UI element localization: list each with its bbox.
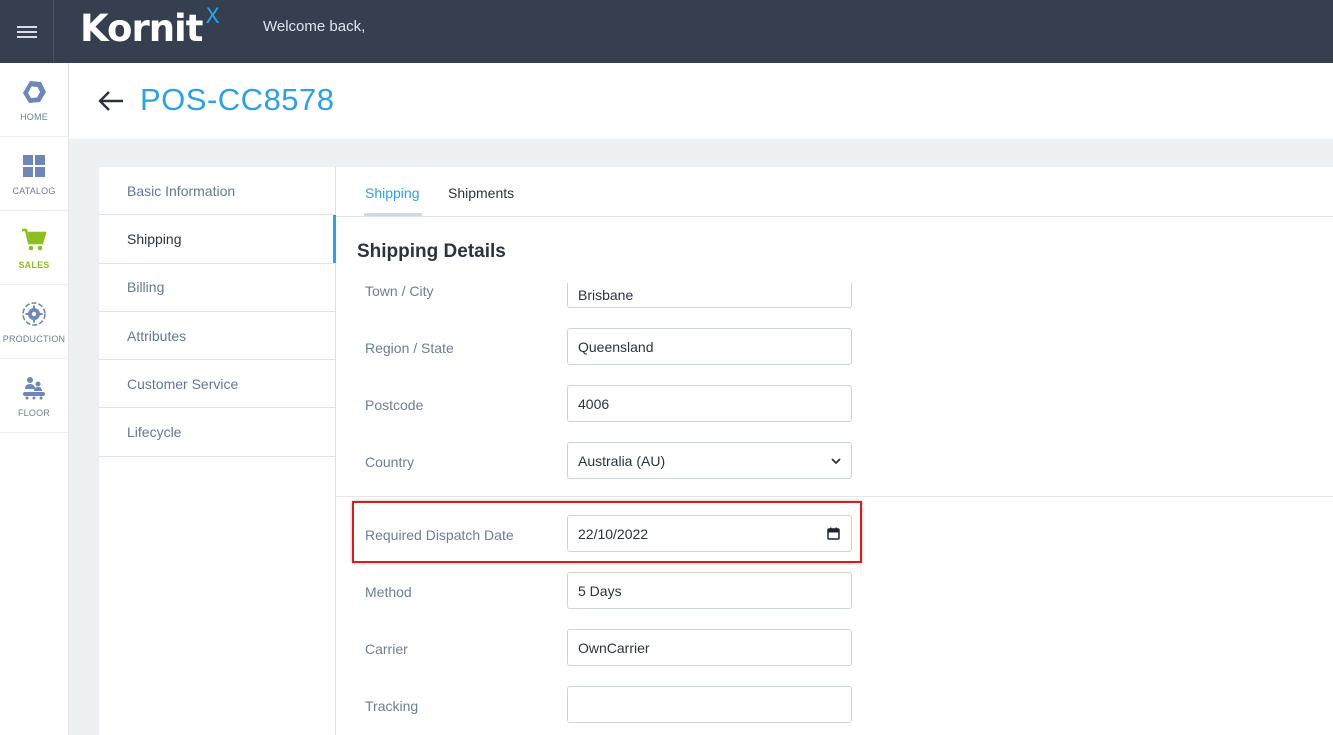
kornit-logo[interactable]: Kornit X bbox=[80, 4, 220, 54]
section-item-basic-information[interactable]: Basic Information bbox=[99, 167, 335, 216]
tracking-label: Tracking bbox=[365, 698, 419, 714]
region-input[interactable]: Queensland bbox=[567, 328, 852, 365]
country-value: Australia (AU) bbox=[578, 452, 666, 469]
section-item-lifecycle[interactable]: Lifecycle bbox=[99, 408, 335, 457]
method-value: 5 Days bbox=[578, 582, 622, 599]
page-title: POS-CC8578 bbox=[140, 82, 335, 117]
nav-item-floor[interactable]: FLOOR bbox=[0, 359, 68, 433]
shipping-details-title: Shipping Details bbox=[357, 241, 506, 262]
nav-label: CATALOG bbox=[12, 185, 56, 196]
tab-bar: Shipping Shipments bbox=[336, 167, 1333, 217]
tab-shipments[interactable]: Shipments bbox=[448, 185, 514, 201]
postcode-input[interactable]: 4006 bbox=[567, 385, 852, 422]
carrier-value: OwnCarrier bbox=[578, 639, 650, 656]
section-divider bbox=[336, 496, 1333, 497]
town-label: Town / City bbox=[365, 283, 434, 299]
nav-item-home[interactable]: HOME bbox=[0, 63, 68, 137]
highlight-box bbox=[352, 501, 862, 563]
grid-icon bbox=[20, 152, 48, 180]
left-nav: HOME CATALOG SALES PRODUCTION FLOOR bbox=[0, 63, 69, 735]
method-label: Method bbox=[365, 584, 412, 600]
nav-label: FLOOR bbox=[17, 407, 50, 418]
nav-item-catalog[interactable]: CATALOG bbox=[0, 137, 68, 211]
section-menu: Basic Information Shipping Billing Attri… bbox=[99, 167, 336, 735]
nav-label: HOME bbox=[20, 111, 48, 122]
country-label: Country bbox=[365, 454, 415, 470]
town-input[interactable]: Brisbane bbox=[567, 283, 852, 308]
region-value: Queensland bbox=[578, 338, 654, 355]
section-item-attributes[interactable]: Attributes bbox=[99, 312, 335, 361]
section-item-billing[interactable]: Billing bbox=[99, 264, 335, 312]
logo-text: Kornit bbox=[80, 7, 203, 50]
carrier-input[interactable]: OwnCarrier bbox=[567, 629, 852, 666]
carrier-label: Carrier bbox=[365, 641, 408, 657]
logo-superscript: X bbox=[205, 4, 220, 28]
cart-icon bbox=[20, 226, 48, 254]
nav-label: SALES bbox=[18, 259, 50, 270]
page-header: POS-CC8578 bbox=[69, 63, 1333, 139]
method-input[interactable]: 5 Days bbox=[567, 572, 852, 609]
back-arrow-icon[interactable] bbox=[96, 87, 126, 115]
hexagon-icon bbox=[20, 78, 48, 106]
hamburger-menu-button[interactable] bbox=[0, 0, 54, 63]
active-tab-indicator bbox=[364, 213, 422, 216]
tracking-input[interactable] bbox=[567, 686, 852, 723]
production-gear-icon bbox=[20, 300, 48, 328]
top-bar: Kornit X Welcome back, bbox=[0, 0, 1333, 63]
shipping-panel: Shipping Shipments Shipping Details Town… bbox=[336, 167, 1333, 735]
nav-label: PRODUCTION bbox=[2, 333, 66, 344]
section-item-shipping[interactable]: Shipping bbox=[99, 215, 336, 264]
hamburger-icon bbox=[16, 25, 37, 38]
region-label: Region / State bbox=[365, 340, 454, 356]
postcode-value: 4006 bbox=[578, 395, 610, 412]
country-select[interactable]: Australia (AU) bbox=[567, 442, 852, 479]
tab-shipping[interactable]: Shipping bbox=[365, 185, 420, 201]
nav-item-sales[interactable]: SALES bbox=[0, 211, 68, 285]
floor-workers-icon bbox=[20, 374, 48, 402]
town-value: Brisbane bbox=[578, 286, 634, 303]
welcome-message: Welcome back, bbox=[263, 18, 366, 35]
chevron-down-icon bbox=[831, 458, 841, 465]
section-item-customer-service[interactable]: Customer Service bbox=[99, 360, 335, 409]
nav-item-production[interactable]: PRODUCTION bbox=[0, 285, 68, 359]
postcode-label: Postcode bbox=[365, 397, 424, 413]
